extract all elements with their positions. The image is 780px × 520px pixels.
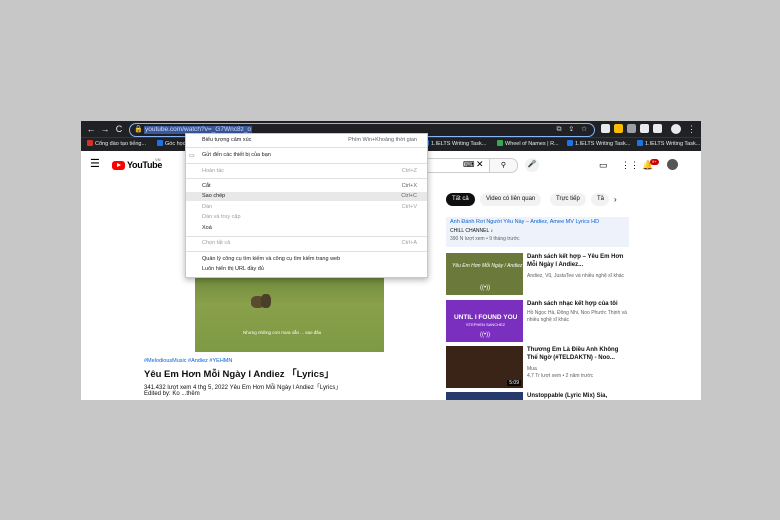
menu-item-show-full-url[interactable]: Luôn hiển thị URL đầy đủ (202, 266, 264, 272)
shortcut-emoji: Phím Win+Khoảng thời gian (348, 137, 417, 143)
chip-all[interactable]: Tất cả (446, 193, 475, 206)
video-meta: 341.432 lượt xem 4 thg 5, 2022 Yêu Em Hơ… (144, 385, 342, 391)
thumbnail-caption: Yêu Em Hơn Mỗi Ngày / Andiez (452, 263, 523, 269)
mix-icon: ((•)) (480, 332, 491, 338)
star-icon[interactable]: ⧉ ⇪ ☆ (556, 124, 590, 136)
devices-icon: ▭ (189, 153, 195, 159)
avatar[interactable] (667, 159, 678, 170)
rec-subtitle: Mua 4,7 Tr lượt xem • 2 năm trước (527, 366, 594, 379)
chip-more[interactable]: Tâ (591, 193, 609, 206)
video-figure (261, 294, 271, 308)
apps-grid-icon[interactable]: ⋮⋮ (621, 160, 639, 171)
youtube-logo-icon[interactable] (112, 161, 125, 170)
bookmark-item[interactable]: Cổng đào tạo tiếng... (87, 140, 146, 149)
menu-divider (186, 147, 427, 148)
rec-subtitle: Hồ Ngọc Hà, Đông Nhi, Noo Phước Thịnh và… (527, 310, 627, 323)
rec-title[interactable]: Thương Em Là Điều Anh Không Thể Ngờ (#TE… (527, 346, 627, 362)
menu-item-select-all: Chọn tất cả (202, 240, 231, 246)
extension-icon[interactable] (601, 124, 610, 133)
reload-button[interactable]: C (113, 123, 125, 135)
bookmark-label: Cổng đào tạo tiếng... (95, 141, 147, 147)
video-title: Yêu Em Hơn Mỗi Ngày l Andiez 「Lyrics」 (144, 369, 334, 380)
video-description-snippet[interactable]: Edited by: Ko ...thêm (144, 391, 200, 397)
bookmark-label: Wheel of Names | R... (505, 141, 559, 147)
sidepanel-icon[interactable] (653, 124, 662, 133)
bookmark-item[interactable]: 1.IELTS Writing Task... (567, 140, 630, 149)
extension-icon[interactable] (640, 124, 649, 133)
shortcut-cut: Ctrl+X (401, 183, 417, 189)
bookmark-label: 1.IELTS Writing Task... (645, 141, 701, 147)
video-player[interactable]: Nhưng những cơn mưa vẫn ... sao đâu (195, 274, 384, 352)
shortcut-undo: Ctrl+Z (401, 168, 417, 174)
menu-item-paste: Dán (202, 204, 213, 210)
forward-button[interactable]: → (99, 123, 111, 135)
context-menu: Biểu tượng cảm xúc Phím Win+Khoảng thời … (185, 133, 428, 278)
bookmark-favicon (567, 140, 573, 146)
rec-thumbnail[interactable]: Yêu Em Hơn Mỗi Ngày / Andiez ((•)) (446, 253, 523, 295)
menu-divider (186, 251, 427, 252)
shortcut-paste: Ctrl+V (401, 204, 417, 210)
microphone-icon[interactable]: 🎤 (525, 158, 539, 172)
clear-search-icon[interactable]: ✕ (476, 159, 484, 170)
shortcut-select-all: Ctrl+A (401, 240, 417, 246)
profile-avatar[interactable] (671, 124, 681, 134)
menu-divider (186, 236, 427, 237)
bookmark-item[interactable]: Góc học (157, 140, 185, 149)
bookmark-item[interactable]: Wheel of Names | R... (497, 140, 559, 149)
menu-item-undo: Hoàn tác (202, 168, 225, 174)
rec-title[interactable]: Danh sách kết hợp – Yêu Em Hơn Mỗi Ngày … (527, 253, 627, 269)
chip-related[interactable]: Video có liên quan (480, 193, 542, 206)
video-hashtags[interactable]: #MelodiousMusic #Andiez #YEHMN (144, 358, 232, 364)
region-code: VN (155, 157, 161, 162)
featured-video-channel: CHILL CHANNEL ♪ (450, 228, 493, 234)
shortcut-copy: Ctrl+C (401, 193, 417, 199)
menu-item-emoji[interactable]: Biểu tượng cảm xúc (202, 137, 251, 143)
menu-item-paste-and-go: Dán và truy cập (202, 214, 241, 220)
menu-divider (186, 163, 427, 164)
back-button[interactable]: ← (85, 123, 97, 135)
bookmark-item[interactable]: 1.IELTS Writing Task... (637, 140, 700, 149)
rec-thumbnail[interactable]: 5:09 (446, 346, 523, 388)
menu-icon[interactable]: ☰ (90, 159, 100, 170)
menu-item-manage-search-engines[interactable]: Quản lý công cụ tìm kiếm và công cụ tìm … (202, 256, 340, 262)
menu-item-cut[interactable]: Cắt (202, 183, 211, 189)
bookmark-label: 1.IELTS Writing Task... (575, 141, 631, 147)
create-video-icon[interactable]: ▭ (599, 160, 608, 171)
rec-subtitle: Andiez, Vũ, JustaTee và nhiều nghệ sĩ kh… (527, 273, 625, 279)
rec-thumbnail[interactable] (446, 392, 523, 400)
rec-title[interactable]: Danh sách nhạc kết hợp của tôi (527, 300, 627, 308)
thumbnail-caption: UNTIL I FOUND YOU (454, 314, 518, 321)
video-subtitle: Nhưng những cơn mưa vẫn ... sao đâu (243, 330, 322, 335)
search-button[interactable]: ⚲ (489, 158, 518, 173)
thumbnail-caption: STEPHEN SANCHEZ (466, 322, 506, 327)
menu-item-delete[interactable]: Xoá (202, 225, 212, 231)
chevron-right-icon[interactable]: › (614, 195, 617, 204)
notification-badge: 9+ (650, 159, 659, 165)
menu-item-copy[interactable]: Sao chép (202, 193, 225, 199)
bookmark-label: 1.IELTS Writing Task... (431, 141, 487, 147)
bookmark-item[interactable]: 1.IELTS Writing Task... (423, 140, 486, 149)
menu-divider (186, 178, 427, 179)
bookmark-favicon (637, 140, 643, 146)
bookmark-favicon (157, 140, 163, 146)
bookmark-label: Góc học (165, 141, 186, 147)
bookmark-favicon (87, 140, 93, 146)
bookmark-favicon (497, 140, 503, 146)
featured-video-meta: 390 N lượt xem • 9 tháng trước (450, 236, 520, 242)
rec-title[interactable]: Unstoppable (Lyric Mix) Sia, (527, 392, 627, 400)
rec-thumbnail[interactable]: UNTIL I FOUND YOU STEPHEN SANCHEZ ((•)) (446, 300, 523, 342)
featured-video-title[interactable]: Anh Đánh Rơi Người Yêu Này – Andiez, Ame… (450, 219, 599, 225)
search-icon: ⚲ (500, 162, 507, 169)
puzzle-icon[interactable] (627, 124, 636, 133)
more-icon[interactable]: ⋮ (687, 123, 696, 135)
video-duration: 5:09 (507, 380, 521, 386)
extension-icon[interactable] (614, 124, 623, 133)
chip-live[interactable]: Trực tiếp (550, 193, 586, 206)
lock-icon[interactable]: 🔒 (134, 124, 143, 136)
featured-video[interactable]: Anh Đánh Rơi Người Yêu Này – Andiez, Ame… (446, 217, 629, 247)
menu-item-send-to-devices[interactable]: Gửi đến các thiết bị của bạn (202, 152, 271, 158)
keyboard-icon[interactable]: ⌨ (463, 160, 475, 169)
mix-icon: ((•)) (480, 285, 491, 291)
